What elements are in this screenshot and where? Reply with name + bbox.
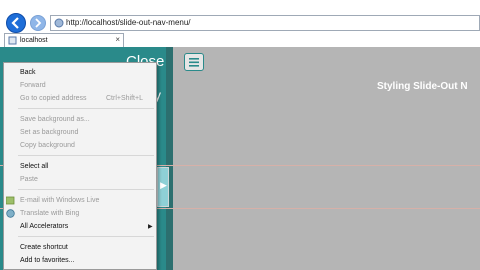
browser-chrome: http://localhost/slide-out-nav-menu/ loc… <box>0 0 480 48</box>
menu-item-copy-background[interactable]: Copy background <box>20 141 75 151</box>
menu-item-paste[interactable]: Paste <box>20 175 38 185</box>
menu-item-forward[interactable]: Forward <box>20 81 46 91</box>
address-bar[interactable]: http://localhost/slide-out-nav-menu/ <box>50 15 480 31</box>
chevron-right-icon: ▶ <box>160 180 167 190</box>
bing-translate-icon <box>6 209 15 218</box>
menu-item-email-windows-live[interactable]: E-mail with Windows Live <box>20 196 99 206</box>
page-icon <box>8 36 17 45</box>
menu-separator <box>18 189 154 190</box>
menu-item-create-shortcut[interactable]: Create shortcut <box>20 243 68 253</box>
menu-item-select-all[interactable]: Select all <box>20 162 48 172</box>
menu-item-go-to-copied-address[interactable]: Go to copied address <box>20 94 87 104</box>
menu-item-save-background[interactable]: Save background as... <box>20 115 90 125</box>
tab-localhost[interactable]: localhost × <box>4 33 124 47</box>
submenu-arrow-icon: ▶ <box>148 224 153 230</box>
menu-item-back[interactable]: Back <box>20 68 36 78</box>
highlight-band <box>173 165 480 209</box>
menu-separator <box>18 155 154 156</box>
page-title: Styling Slide-Out N <box>377 81 468 92</box>
sidebar-handle[interactable]: ▶ <box>157 167 169 207</box>
windows-live-icon <box>6 196 15 205</box>
close-icon[interactable]: × <box>115 34 120 46</box>
menu-separator <box>18 236 154 237</box>
address-text: http://localhost/slide-out-nav-menu/ <box>66 18 191 27</box>
menu-item-add-to-favorites[interactable]: Add to favorites... <box>20 256 74 266</box>
menu-item-translate-bing[interactable]: Translate with Bing <box>20 209 79 219</box>
hamburger-icon <box>189 58 199 67</box>
shortcut-label: Ctrl+Shift+L <box>106 95 143 102</box>
context-menu: Back Forward Go to copied address Ctrl+S… <box>3 62 157 270</box>
menu-item-all-accelerators[interactable]: All Accelerators <box>20 222 68 232</box>
menu-item-set-as-background[interactable]: Set as background <box>20 128 78 138</box>
forward-arrow-icon[interactable] <box>30 15 46 31</box>
tab-label: localhost <box>20 37 48 44</box>
back-arrow-icon[interactable] <box>6 13 26 33</box>
hamburger-menu-button[interactable] <box>184 53 204 71</box>
sidebar-edge <box>166 47 173 270</box>
menu-separator <box>18 108 154 109</box>
page-icon <box>54 18 64 28</box>
